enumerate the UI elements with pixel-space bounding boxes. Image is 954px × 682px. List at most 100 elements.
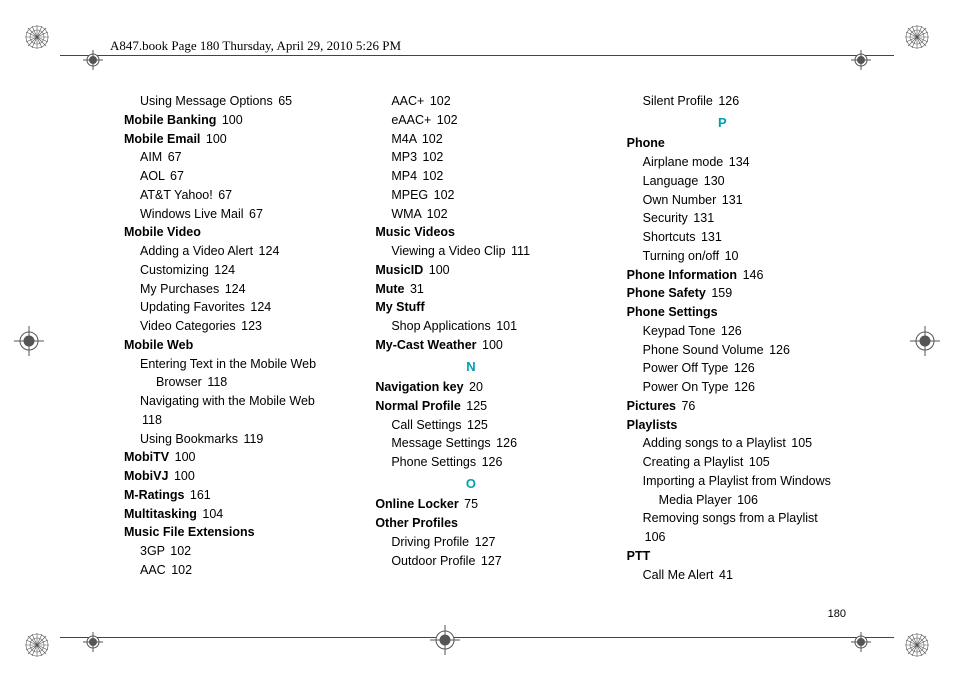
index-term: Message Settings <box>391 436 490 450</box>
crop-line-top <box>60 55 894 56</box>
index-term: Mobile Web <box>124 338 193 352</box>
index-entry: eAAC+ 102 <box>351 111 590 130</box>
index-entry: Mobile Email 100 <box>100 130 339 149</box>
register-mark-icon <box>902 630 932 660</box>
index-term: Outdoor Profile <box>391 554 475 568</box>
index-page-ref: 100 <box>429 263 450 277</box>
index-page-ref: 127 <box>475 535 496 549</box>
index-page-ref: 75 <box>464 497 478 511</box>
index-term: AAC+ <box>391 94 424 108</box>
index-page-ref: 124 <box>225 282 246 296</box>
index-entry: WMA 102 <box>351 205 590 224</box>
index-term: WMA <box>391 207 421 221</box>
index-entry: Media Player 106 <box>603 491 842 510</box>
index-page-ref: 111 <box>511 244 530 258</box>
index-term: Mobile Video <box>124 225 201 239</box>
index-term: Phone Settings <box>391 455 476 469</box>
index-page-ref: 104 <box>202 507 223 521</box>
index-term: AAC <box>140 563 166 577</box>
index-page-ref: 125 <box>466 399 487 413</box>
index-term: Phone <box>627 136 665 150</box>
index-entry: Shortcuts 131 <box>603 228 842 247</box>
index-page-ref: 100 <box>175 450 196 464</box>
index-entry: Outdoor Profile 127 <box>351 552 590 571</box>
index-page-ref: 100 <box>482 338 503 352</box>
index-entry: My-Cast Weather 100 <box>351 336 590 355</box>
index-page-ref: 131 <box>701 230 722 244</box>
index-entry: Driving Profile 127 <box>351 533 590 552</box>
index-term: Driving Profile <box>391 535 469 549</box>
index-page-ref: 124 <box>250 300 271 314</box>
index-entry: Multitasking 104 <box>100 505 339 524</box>
index-term: Removing songs from a Playlist <box>643 511 818 525</box>
index-entry: Phone Safety 159 <box>603 284 842 303</box>
index-page-ref: 126 <box>769 343 790 357</box>
index-page-ref: 10 <box>725 249 739 263</box>
index-page-ref: 102 <box>170 544 191 558</box>
index-term: My Stuff <box>375 300 424 314</box>
index-entry: Creating a Playlist 105 <box>603 453 842 472</box>
index-term: Keypad Tone <box>643 324 716 338</box>
index-entry: Silent Profile 126 <box>603 92 842 111</box>
index-term: Shop Applications <box>391 319 490 333</box>
target-mark-icon <box>14 326 44 356</box>
index-term: Phone Information <box>627 268 737 282</box>
index-entry: MP4 102 <box>351 167 590 186</box>
index-page-ref: 102 <box>423 150 444 164</box>
index-term: Pictures <box>627 399 676 413</box>
index-page-ref: 31 <box>410 282 424 296</box>
index-page-ref: 105 <box>749 455 770 469</box>
index-term: Airplane mode <box>643 155 724 169</box>
index-term: MP4 <box>391 169 417 183</box>
index-page-ref: 125 <box>467 418 488 432</box>
index-page-ref: 124 <box>259 244 280 258</box>
index-entry: Browser 118 <box>100 373 339 392</box>
index-entry: Normal Profile 125 <box>351 397 590 416</box>
index-entry: Keypad Tone 126 <box>603 322 842 341</box>
index-term: Navigation key <box>375 380 463 394</box>
index-entry: AT&T Yahoo! 67 <box>100 186 339 205</box>
target-mark-icon <box>78 627 108 657</box>
index-page-ref: 123 <box>241 319 262 333</box>
target-mark-icon <box>430 625 460 655</box>
section-letter: P <box>603 111 842 135</box>
index-entry: Phone Settings <box>603 303 842 322</box>
index-entry: 3GP 102 <box>100 542 339 561</box>
index-term: Navigating with the Mobile Web <box>140 394 315 408</box>
index-term: Video Categories <box>140 319 236 333</box>
index-term: Own Number <box>643 193 717 207</box>
index-page-ref: 102 <box>423 169 444 183</box>
index-page-ref: 102 <box>434 188 455 202</box>
index-term: Power On Type <box>643 380 729 394</box>
index-term: Updating Favorites <box>140 300 245 314</box>
index-page-ref: 118 <box>142 413 162 427</box>
index-entry: Mobile Banking 100 <box>100 111 339 130</box>
index-page-ref: 100 <box>206 132 227 146</box>
index-term: Normal Profile <box>375 399 460 413</box>
index-page-ref: 126 <box>482 455 503 469</box>
index-term: My-Cast Weather <box>375 338 476 352</box>
index-entry: Music Videos <box>351 223 590 242</box>
index-entry: Call Settings 125 <box>351 416 590 435</box>
index-entry: Adding a Video Alert 124 <box>100 242 339 261</box>
index-page-ref: 146 <box>743 268 764 282</box>
index-term: Mute <box>375 282 404 296</box>
index-entry: Mobile Video <box>100 223 339 242</box>
index-page-ref: 100 <box>222 113 243 127</box>
index-entry: PTT <box>603 547 842 566</box>
index-term: Adding songs to a Playlist <box>643 436 786 450</box>
index-term: MusicID <box>375 263 423 277</box>
index-entry: MP3 102 <box>351 148 590 167</box>
index-term: Adding a Video Alert <box>140 244 253 258</box>
index-entry: Windows Live Mail 67 <box>100 205 339 224</box>
index-entry: Entering Text in the Mobile Web <box>100 355 339 374</box>
index-page-ref: 119 <box>243 432 263 446</box>
index-entry: Video Categories 123 <box>100 317 339 336</box>
index-page-ref: 102 <box>430 94 451 108</box>
index-term: M-Ratings <box>124 488 184 502</box>
index-entry: MusicID 100 <box>351 261 590 280</box>
index-term: Online Locker <box>375 497 458 511</box>
index-column-3: Silent Profile 126PPhone Airplane mode 13… <box>603 92 854 612</box>
index-entry: Importing a Playlist from Windows <box>603 472 842 491</box>
index-entry: Shop Applications 101 <box>351 317 590 336</box>
